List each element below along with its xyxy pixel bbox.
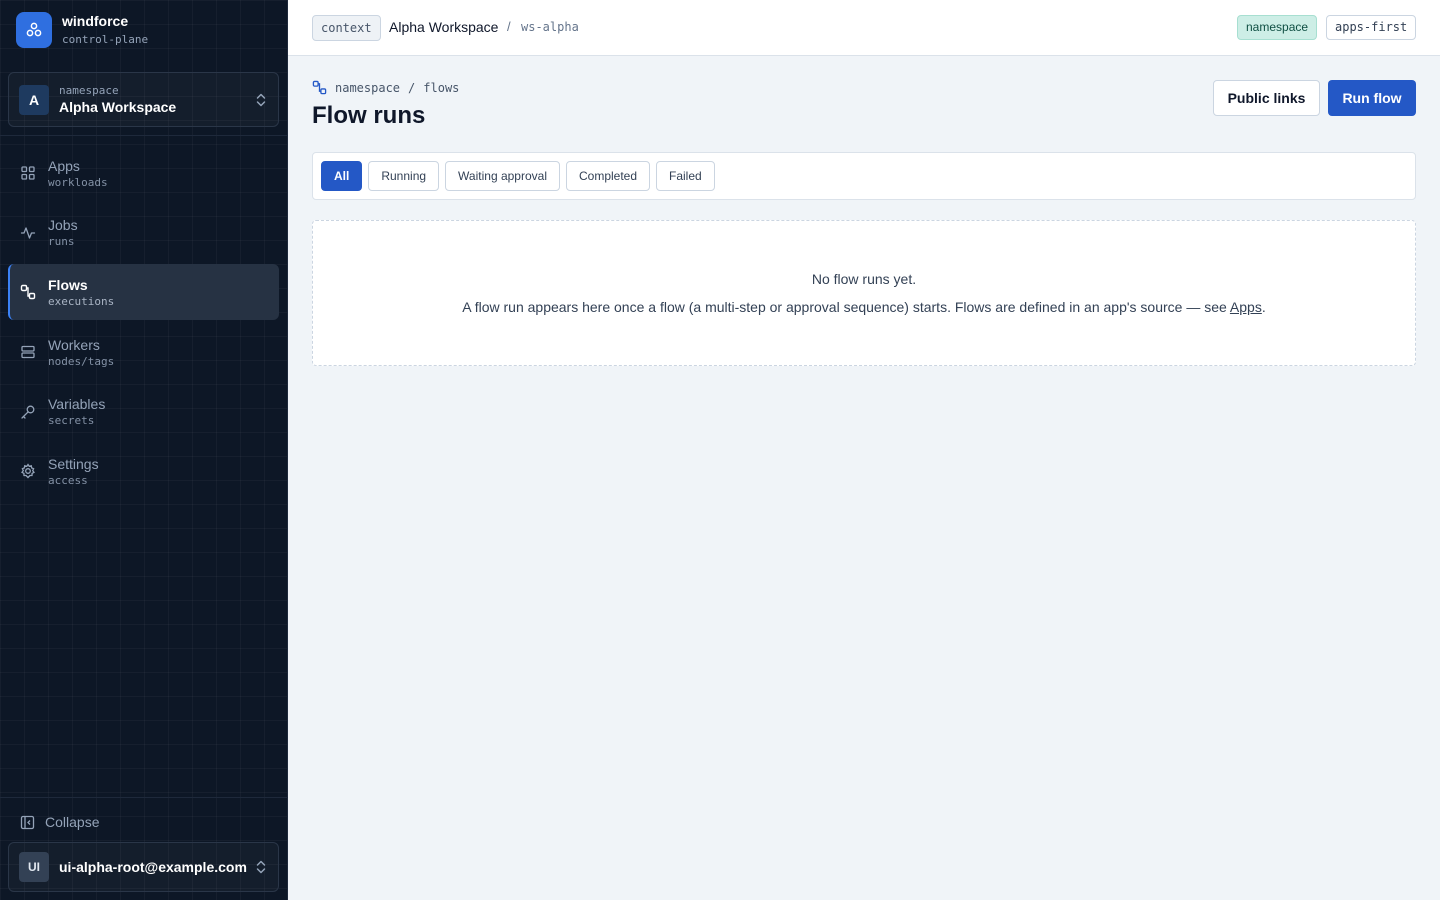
brand-subtitle: control-plane [62,33,149,46]
sidebar-item-variables[interactable]: Variables secrets [8,384,279,440]
context-chip: context [312,15,381,41]
breadcrumb-separator: / [408,80,416,95]
sidebar-item-workers[interactable]: Workers nodes/tags [8,324,279,380]
filter-all[interactable]: All [321,161,363,191]
collapse-label: Collapse [45,814,100,830]
chevron-updown-icon [256,93,266,106]
context-name[interactable]: Alpha Workspace [389,18,498,36]
breadcrumb-flows: flows [423,80,460,95]
sidebar-item-jobs[interactable]: Jobs runs [8,205,279,261]
grid-icon [21,166,35,180]
sidebar-item-settings[interactable]: Settings access [8,443,279,499]
sidebar-nav: Apps workloads Jobs runs Flows execution… [8,145,279,503]
sidebar-item-sub: workloads [48,175,108,189]
sidebar-item-sub: secrets [48,414,95,428]
sidebar-divider [0,797,287,798]
empty-state: No flow runs yet. A flow run appears her… [312,220,1416,366]
flow-icon [20,285,36,300]
sidebar: windforce control-plane A namespace Alph… [0,0,288,900]
server-icon [21,345,35,359]
filter-failed[interactable]: Failed [656,161,715,191]
sidebar-item-label: Workers [48,336,100,353]
sidebar-item-label: Flows [48,276,88,293]
empty-state-text: A flow run appears here once a flow (a m… [462,299,1230,315]
topbar: context Alpha Workspace / ws-alpha names… [288,0,1440,56]
sidebar-item-label: Variables [48,396,106,413]
sidebar-item-sub: executions [48,294,115,308]
breadcrumb: namespace / flows [312,80,459,95]
user-menu[interactable]: UI ui-alpha-root@example.com [8,842,279,892]
flow-icon [312,80,327,95]
collapse-icon [20,815,35,829]
breadcrumb-namespace[interactable]: namespace [335,81,400,95]
sidebar-item-sub: runs [48,235,75,249]
gear-icon [21,463,35,479]
empty-state-title: No flow runs yet. [811,271,917,287]
filter-running[interactable]: Running [368,161,440,191]
filter-waiting-approval[interactable]: Waiting approval [445,161,560,191]
key-icon [21,405,35,419]
namespace-name: Alpha Workspace [59,98,177,115]
user-avatar: UI [19,852,49,882]
sidebar-item-label: Apps [48,157,80,174]
sidebar-item-apps[interactable]: Apps workloads [8,145,279,201]
namespace-label: namespace [59,83,119,97]
sidebar-item-flows[interactable]: Flows executions [8,264,279,321]
context-id: ws-alpha [521,20,579,34]
namespace-avatar: A [19,84,49,115]
context-separator: / [507,19,511,34]
sidebar-item-label: Settings [48,455,99,472]
brand[interactable]: windforce control-plane [16,12,148,48]
sidebar-item-sub: access [48,473,88,487]
namespace-tag: namespace [1237,15,1318,40]
apps-first-tag: apps-first [1326,15,1417,40]
empty-state-description: A flow run appears here once a flow (a m… [313,299,1415,315]
empty-state-text-end: . [1261,299,1266,315]
apps-link[interactable]: Apps [1230,299,1262,315]
brand-logo-icon [16,12,52,48]
collapse-button[interactable]: Collapse [20,814,99,830]
sidebar-divider [0,135,287,136]
filter-bar: All Running Waiting approval Completed F… [312,152,1416,200]
public-links-button[interactable]: Public links [1213,80,1320,116]
run-flow-button[interactable]: Run flow [1328,80,1416,116]
chevron-updown-icon [256,860,266,874]
activity-icon [20,227,36,239]
sidebar-item-label: Jobs [48,217,78,234]
namespace-switcher[interactable]: A namespace Alpha Workspace [8,72,279,127]
user-email: ui-alpha-root@example.com [59,859,247,875]
brand-name: windforce [62,13,129,29]
filter-completed[interactable]: Completed [565,161,651,191]
page-title: Flow runs [312,102,426,129]
sidebar-item-sub: nodes/tags [48,354,115,368]
